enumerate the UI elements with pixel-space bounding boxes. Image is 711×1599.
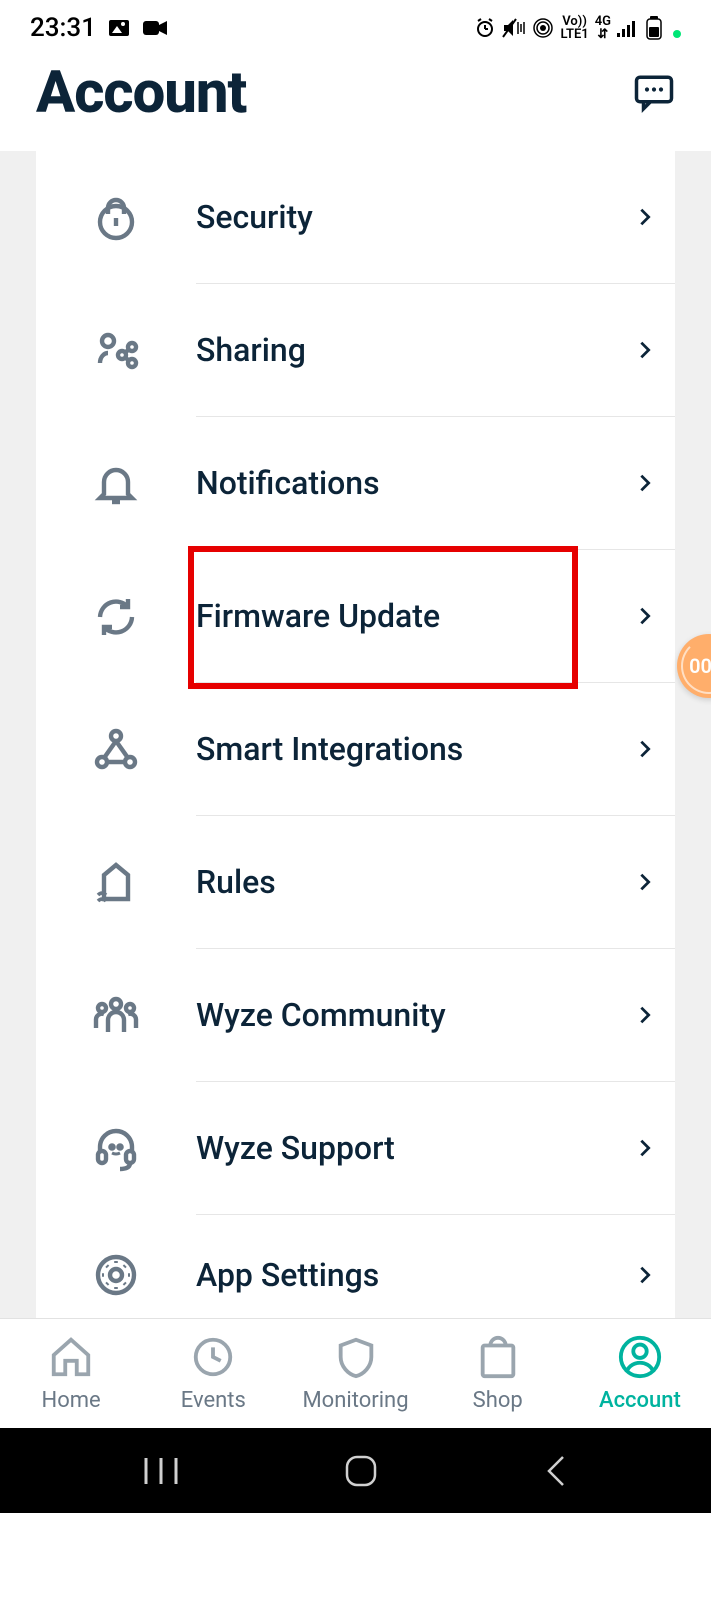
video-icon bbox=[142, 17, 168, 39]
list-item-label: Security bbox=[196, 198, 313, 236]
page-title: Account bbox=[36, 59, 246, 127]
chevron-right-icon bbox=[634, 472, 656, 494]
nav-label: Shop bbox=[473, 1388, 523, 1413]
alarm-icon bbox=[474, 17, 496, 39]
list-item-firmware-update[interactable]: Firmware Update bbox=[36, 550, 675, 683]
nav-monitoring[interactable]: Monitoring bbox=[284, 1319, 426, 1428]
nav-label: Events bbox=[181, 1388, 246, 1413]
list-item-label: Smart Integrations bbox=[196, 730, 463, 768]
list-item-app-settings[interactable]: App Settings bbox=[36, 1215, 675, 1335]
battery-icon bbox=[645, 16, 663, 40]
chevron-right-icon bbox=[634, 1004, 656, 1026]
rules-icon bbox=[92, 859, 140, 907]
nav-events[interactable]: Events bbox=[142, 1319, 284, 1428]
integrations-icon bbox=[92, 726, 140, 774]
account-icon bbox=[617, 1334, 663, 1380]
picture-icon bbox=[108, 17, 130, 39]
shield-icon bbox=[333, 1334, 379, 1380]
hotspot-icon bbox=[532, 17, 554, 39]
clock-icon bbox=[190, 1334, 236, 1380]
list-item-rules[interactable]: Rules bbox=[36, 816, 675, 949]
list-item-support[interactable]: Wyze Support bbox=[36, 1082, 675, 1215]
chevron-right-icon bbox=[634, 1137, 656, 1159]
community-icon bbox=[92, 992, 140, 1040]
nav-label: Account bbox=[599, 1388, 681, 1413]
nav-account[interactable]: Account bbox=[569, 1319, 711, 1428]
list-item-label: Wyze Support bbox=[196, 1129, 395, 1167]
home-button[interactable] bbox=[341, 1451, 381, 1491]
signal-icon bbox=[617, 18, 639, 38]
list-item-security[interactable]: Security bbox=[36, 151, 675, 284]
nav-shop[interactable]: Shop bbox=[427, 1319, 569, 1428]
nav-label: Monitoring bbox=[302, 1388, 408, 1413]
chevron-right-icon bbox=[634, 871, 656, 893]
list-item-label: Sharing bbox=[196, 331, 306, 369]
nav-home[interactable]: Home bbox=[0, 1319, 142, 1428]
home-icon bbox=[48, 1334, 94, 1380]
list-item-label: Notifications bbox=[196, 464, 380, 502]
chevron-right-icon bbox=[634, 206, 656, 228]
list-item-notifications[interactable]: Notifications bbox=[36, 417, 675, 550]
chat-icon[interactable] bbox=[633, 72, 675, 114]
share-icon bbox=[92, 327, 140, 375]
settings-list: Security Sharing Notifications Firmware … bbox=[36, 151, 675, 1335]
bell-icon bbox=[92, 460, 140, 508]
app-header: Account bbox=[0, 55, 711, 151]
camera-active-dot-icon bbox=[673, 30, 681, 38]
list-item-label: Wyze Community bbox=[196, 996, 446, 1034]
android-navigation-bar bbox=[0, 1428, 711, 1513]
chevron-right-icon bbox=[634, 738, 656, 760]
list-item-smart-integrations[interactable]: Smart Integrations bbox=[36, 683, 675, 816]
recent-apps-button[interactable] bbox=[140, 1454, 182, 1488]
gear-icon bbox=[92, 1251, 140, 1299]
mute-vibrate-icon bbox=[502, 17, 526, 39]
volte-icon: Vo))LTE1 bbox=[560, 15, 588, 41]
back-button[interactable] bbox=[541, 1453, 571, 1489]
list-item-label: Rules bbox=[196, 863, 276, 901]
chevron-right-icon bbox=[634, 1264, 656, 1286]
list-item-label: Firmware Update bbox=[196, 597, 440, 635]
list-item-label: App Settings bbox=[196, 1256, 379, 1294]
status-time: 23:31 bbox=[30, 13, 96, 43]
chevron-right-icon bbox=[634, 339, 656, 361]
content-area: Security Sharing Notifications Firmware … bbox=[0, 151, 711, 1318]
refresh-icon bbox=[92, 593, 140, 641]
nav-label: Home bbox=[42, 1388, 101, 1413]
list-item-community[interactable]: Wyze Community bbox=[36, 949, 675, 1082]
headset-icon bbox=[92, 1125, 140, 1173]
record-timer: 00:0 bbox=[689, 654, 711, 678]
chevron-right-icon bbox=[634, 605, 656, 627]
lock-icon bbox=[92, 194, 140, 242]
network-4g-icon: 4G⇵ bbox=[595, 15, 611, 41]
bag-icon bbox=[475, 1334, 521, 1380]
list-item-sharing[interactable]: Sharing bbox=[36, 284, 675, 417]
status-bar: 23:31 Vo))LTE1 4G⇵ bbox=[0, 0, 711, 55]
